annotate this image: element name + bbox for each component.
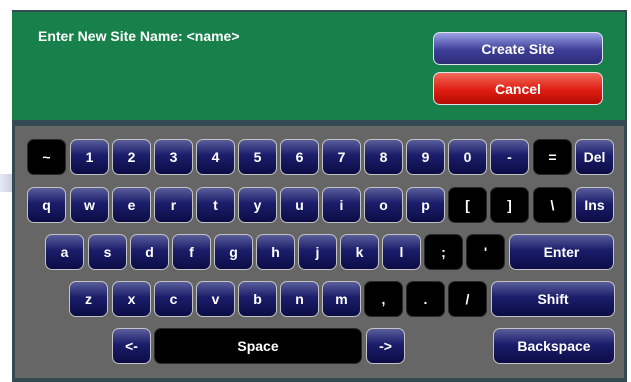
key-1[interactable]: 1 [70,139,109,175]
key-left-arrow[interactable]: <- [112,328,151,364]
key-g[interactable]: g [214,234,253,270]
key-5[interactable]: 5 [238,139,277,175]
key-del[interactable]: Del [575,139,614,175]
key-minus[interactable]: - [490,139,529,175]
key-l[interactable]: l [382,234,421,270]
key-n[interactable]: n [280,281,319,317]
key-r[interactable]: r [154,187,193,223]
key-equals[interactable]: = [533,139,572,175]
key-b[interactable]: b [238,281,277,317]
key-semicolon[interactable]: ; [424,234,463,270]
key-e[interactable]: e [112,187,151,223]
key-enter[interactable]: Enter [509,234,614,270]
side-tab [0,174,12,192]
key-apostrophe[interactable]: ' [466,234,505,270]
key-tilde[interactable]: ~ [27,139,66,175]
key-z[interactable]: z [69,281,108,317]
key-k[interactable]: k [340,234,379,270]
key-u[interactable]: u [280,187,319,223]
key-h[interactable]: h [256,234,295,270]
key-4[interactable]: 4 [196,139,235,175]
key-w[interactable]: w [70,187,109,223]
key-d[interactable]: d [130,234,169,270]
key-y[interactable]: y [238,187,277,223]
key-s[interactable]: s [88,234,127,270]
create-site-button[interactable]: Create Site [433,32,603,65]
key-v[interactable]: v [196,281,235,317]
key-j[interactable]: j [298,234,337,270]
key-f[interactable]: f [172,234,211,270]
key-slash[interactable]: / [448,281,487,317]
key-6[interactable]: 6 [280,139,319,175]
cancel-button[interactable]: Cancel [433,72,603,105]
key-9[interactable]: 9 [406,139,445,175]
key-backspace[interactable]: Backspace [493,328,615,364]
key-3[interactable]: 3 [154,139,193,175]
key-shift[interactable]: Shift [491,281,615,317]
key-right-arrow[interactable]: -> [366,328,405,364]
key-i[interactable]: i [322,187,361,223]
key-7[interactable]: 7 [322,139,361,175]
key-p[interactable]: p [406,187,445,223]
key-8[interactable]: 8 [364,139,403,175]
key-2[interactable]: 2 [112,139,151,175]
key-0[interactable]: 0 [448,139,487,175]
key-comma[interactable]: , [364,281,403,317]
key-ins[interactable]: Ins [575,187,614,223]
key-t[interactable]: t [196,187,235,223]
key-right-bracket[interactable]: ] [490,187,529,223]
key-space[interactable]: Space [154,328,362,364]
key-left-bracket[interactable]: [ [448,187,487,223]
key-period[interactable]: . [406,281,445,317]
key-x[interactable]: x [112,281,151,317]
key-m[interactable]: m [322,281,361,317]
key-c[interactable]: c [154,281,193,317]
key-a[interactable]: a [45,234,84,270]
site-name-prompt: Enter New Site Name: <name> [38,28,240,44]
key-q[interactable]: q [27,187,66,223]
key-o[interactable]: o [364,187,403,223]
key-backslash[interactable]: \ [533,187,572,223]
